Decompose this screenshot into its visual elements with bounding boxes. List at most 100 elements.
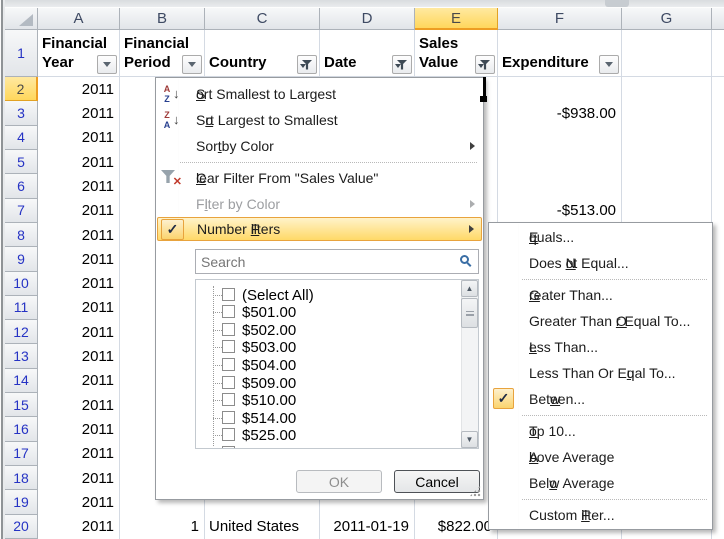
header-dropdown-button-F[interactable] bbox=[599, 55, 619, 74]
menu-item-sort-largest-to-smallest[interactable]: ZA↓Sort Largest to Smallest bbox=[157, 107, 482, 133]
filter-value-item[interactable]: $510.00 bbox=[196, 392, 460, 410]
header-cell-H[interactable] bbox=[712, 30, 724, 77]
cell-H3[interactable] bbox=[712, 101, 724, 126]
cell-A5[interactable]: 2011 bbox=[38, 150, 120, 175]
cell-H15[interactable] bbox=[712, 393, 724, 418]
cell-H17[interactable] bbox=[712, 442, 724, 467]
cell-F2[interactable] bbox=[498, 77, 622, 102]
menu-item-filter-by-color[interactable]: Filter by Color bbox=[157, 191, 482, 217]
header-filter-button-D[interactable] bbox=[392, 55, 412, 74]
cell-G5[interactable] bbox=[622, 150, 712, 175]
cell-H11[interactable] bbox=[712, 296, 724, 321]
submenu-item-above-average[interactable]: Above Average bbox=[490, 444, 711, 470]
cell-F3[interactable]: -$938.00 bbox=[498, 101, 622, 126]
cell-A19[interactable]: 2011 bbox=[38, 490, 120, 515]
scrollbar-up-button[interactable]: ▲ bbox=[461, 280, 478, 297]
filter-value-item[interactable]: $514.00 bbox=[196, 410, 460, 428]
cell-H13[interactable] bbox=[712, 344, 724, 369]
select-all-corner[interactable] bbox=[5, 8, 38, 30]
menu-item-clear-filter[interactable]: ✕Clear Filter From "Sales Value" bbox=[157, 165, 482, 191]
row-header-17[interactable]: 17 bbox=[5, 442, 38, 466]
submenu-item-between[interactable]: ✓Between... bbox=[490, 386, 711, 412]
cell-G3[interactable] bbox=[622, 101, 712, 126]
value-checkbox[interactable] bbox=[222, 393, 235, 406]
cell-G6[interactable] bbox=[622, 174, 712, 199]
header-cell-F[interactable]: Expenditure bbox=[498, 30, 622, 77]
search-input[interactable] bbox=[195, 249, 479, 274]
cell-A17[interactable]: 2011 bbox=[38, 442, 120, 467]
row-header-12[interactable]: 12 bbox=[5, 320, 38, 344]
filter-value-item[interactable]: $504.00 bbox=[196, 357, 460, 375]
cell-C20[interactable]: United States bbox=[205, 515, 320, 539]
row-header-10[interactable]: 10 bbox=[5, 272, 38, 296]
row-header-18[interactable]: 18 bbox=[5, 466, 38, 490]
column-header-B[interactable]: B bbox=[120, 8, 205, 30]
cell-H7[interactable] bbox=[712, 199, 724, 224]
submenu-item-less-than[interactable]: Less Than... bbox=[490, 334, 711, 360]
cell-A8[interactable]: 2011 bbox=[38, 223, 120, 248]
cell-G7[interactable] bbox=[622, 199, 712, 224]
cell-A3[interactable]: 2011 bbox=[38, 101, 120, 126]
cell-F6[interactable] bbox=[498, 174, 622, 199]
cell-F7[interactable]: -$513.00 bbox=[498, 199, 622, 224]
column-header-A[interactable]: A bbox=[38, 8, 120, 30]
row-header-11[interactable]: 11 bbox=[5, 296, 38, 320]
row-header-1[interactable]: 1 bbox=[5, 30, 38, 77]
cancel-button[interactable]: Cancel bbox=[394, 470, 480, 493]
header-cell-B[interactable]: Financial Period bbox=[120, 30, 205, 77]
cell-H6[interactable] bbox=[712, 174, 724, 199]
submenu-item-greater-than[interactable]: Greater Than... bbox=[490, 282, 711, 308]
filter-value-item[interactable]: $502.00 bbox=[196, 322, 460, 340]
submenu-item-equals[interactable]: Equals... bbox=[490, 224, 711, 250]
filter-value-item[interactable] bbox=[196, 445, 460, 449]
cell-H20[interactable] bbox=[712, 515, 724, 539]
column-header-F[interactable]: F bbox=[498, 8, 622, 30]
cell-E20[interactable]: $822.00 bbox=[415, 515, 498, 539]
cell-A10[interactable]: 2011 bbox=[38, 272, 120, 297]
cell-H8[interactable] bbox=[712, 223, 724, 248]
cell-G2[interactable] bbox=[622, 77, 712, 102]
value-checkbox[interactable] bbox=[222, 305, 235, 318]
row-header-3[interactable]: 3 bbox=[5, 101, 38, 125]
cell-A13[interactable]: 2011 bbox=[38, 344, 120, 369]
cell-D20[interactable]: 2011-01-19 bbox=[320, 515, 415, 539]
cell-A14[interactable]: 2011 bbox=[38, 369, 120, 394]
row-header-14[interactable]: 14 bbox=[5, 369, 38, 393]
row-header-13[interactable]: 13 bbox=[5, 344, 38, 368]
filter-value-item[interactable]: $503.00 bbox=[196, 339, 460, 357]
header-dropdown-button-B[interactable] bbox=[182, 55, 202, 74]
cell-H2[interactable] bbox=[712, 77, 724, 102]
cell-H9[interactable] bbox=[712, 247, 724, 272]
cell-H16[interactable] bbox=[712, 417, 724, 442]
value-checkbox[interactable] bbox=[222, 446, 235, 449]
row-header-2[interactable]: 2 bbox=[5, 77, 38, 101]
row-header-9[interactable]: 9 bbox=[5, 247, 38, 271]
row-header-8[interactable]: 8 bbox=[5, 223, 38, 247]
value-checkbox[interactable] bbox=[222, 428, 235, 441]
filter-value-item[interactable]: $501.00 bbox=[196, 304, 460, 322]
submenu-item-below-average[interactable]: Below Average bbox=[490, 470, 711, 496]
cell-H12[interactable] bbox=[712, 320, 724, 345]
menu-item-number-filters[interactable]: ✓Number Filters bbox=[157, 217, 482, 241]
cell-H14[interactable] bbox=[712, 369, 724, 394]
submenu-item-less-than-or-equal-to[interactable]: Less Than Or Equal To... bbox=[490, 360, 711, 386]
header-cell-C[interactable]: Country bbox=[205, 30, 320, 77]
scrollbar-thumb[interactable] bbox=[461, 298, 478, 328]
column-header-G[interactable]: G bbox=[622, 8, 712, 30]
cell-B20[interactable]: 1 bbox=[120, 515, 205, 539]
cell-A20[interactable]: 2011 bbox=[38, 515, 120, 539]
column-header-partial[interactable] bbox=[712, 8, 724, 30]
cell-G4[interactable] bbox=[622, 126, 712, 151]
header-dropdown-button-A[interactable] bbox=[97, 55, 117, 74]
scrollbar-down-button[interactable]: ▼ bbox=[461, 431, 478, 448]
cell-F5[interactable] bbox=[498, 150, 622, 175]
ok-button[interactable]: OK bbox=[296, 470, 382, 493]
row-header-15[interactable]: 15 bbox=[5, 393, 38, 417]
header-cell-G[interactable] bbox=[622, 30, 712, 77]
submenu-item-greater-than-or-equal-to[interactable]: Greater Than Or Equal To... bbox=[490, 308, 711, 334]
header-cell-D[interactable]: Date bbox=[320, 30, 415, 77]
menu-item-sort-smallest-to-largest[interactable]: AZ↓Sort Smallest to Largest bbox=[157, 81, 482, 107]
header-filter-button-E[interactable] bbox=[475, 55, 495, 74]
cell-A18[interactable]: 2011 bbox=[38, 466, 120, 491]
value-checkbox[interactable] bbox=[222, 376, 235, 389]
